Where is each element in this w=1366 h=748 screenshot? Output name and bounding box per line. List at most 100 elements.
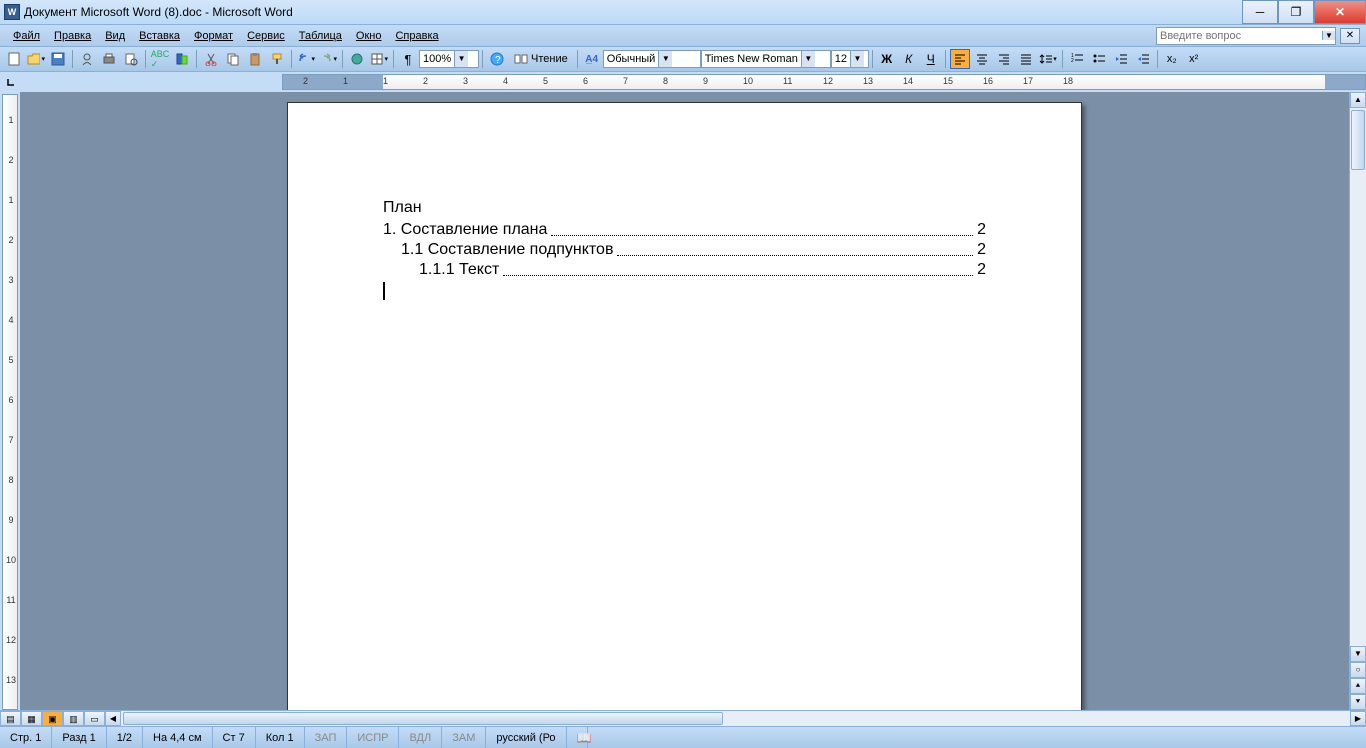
tables-borders-button[interactable]: ▾	[369, 49, 389, 69]
menu-table[interactable]: Таблица	[292, 28, 349, 44]
menu-file[interactable]: Файл	[6, 28, 47, 44]
show-paragraph-button[interactable]: ¶	[398, 49, 418, 69]
font-value: Times New Roman	[702, 53, 801, 65]
hyperlink-button[interactable]	[347, 49, 367, 69]
decrease-indent-button[interactable]	[1111, 49, 1131, 69]
prev-page-button[interactable]: ⯅	[1350, 678, 1366, 694]
open-button[interactable]: ▾	[26, 49, 46, 69]
redo-button[interactable]: ▾	[318, 49, 338, 69]
save-button[interactable]	[48, 49, 68, 69]
help-button[interactable]: ?	[487, 49, 507, 69]
hscroll-thumb[interactable]	[123, 712, 723, 725]
reading-view-button[interactable]: ▭	[84, 711, 105, 726]
scroll-down-button[interactable]: ▼	[1350, 646, 1366, 662]
bold-button[interactable]: Ж	[877, 49, 897, 69]
menu-bar: Файл Правка Вид Вставка Формат Сервис Та…	[0, 25, 1366, 47]
plan-title: План	[383, 198, 986, 218]
close-button[interactable]: ✕	[1314, 0, 1366, 24]
print-preview-button[interactable]	[121, 49, 141, 69]
toc-entry[interactable]: 1.1.1 Текст2	[383, 260, 986, 280]
window-title: Документ Microsoft Word (8).doc - Micros…	[24, 5, 1242, 19]
line-spacing-button[interactable]: ▾	[1038, 49, 1058, 69]
scroll-up-button[interactable]: ▲	[1350, 92, 1366, 108]
toc-leader	[617, 240, 973, 256]
title-bar: W Документ Microsoft Word (8).doc - Micr…	[0, 0, 1366, 25]
text-cursor	[383, 282, 385, 300]
toc-entry[interactable]: 1.1 Составление подпунктов2	[383, 240, 986, 260]
align-right-button[interactable]	[994, 49, 1014, 69]
styles-pane-button[interactable]: A̲4	[582, 49, 602, 69]
status-bar: Стр. 1 Разд 1 1/2 На 4,4 см Ст 7 Кол 1 З…	[0, 726, 1366, 748]
copy-button[interactable]	[223, 49, 243, 69]
page[interactable]: План 1. Составление плана 21.1 Составлени…	[287, 102, 1082, 710]
next-page-button[interactable]: ⯆	[1350, 694, 1366, 710]
help-search-input[interactable]	[1157, 30, 1322, 42]
reading-layout-button[interactable]: Чтение	[509, 49, 573, 69]
zoom-value: 100%	[420, 53, 454, 65]
toc-text: 1. Составление плана	[383, 220, 547, 240]
vertical-scrollbar[interactable]: ▲ ▼ ○ ⯅ ⯆	[1349, 92, 1366, 710]
align-center-button[interactable]	[972, 49, 992, 69]
paste-button[interactable]	[245, 49, 265, 69]
menu-view[interactable]: Вид	[98, 28, 132, 44]
align-justify-button[interactable]	[1016, 49, 1036, 69]
font-size-value: 12	[832, 53, 850, 65]
workspace: 1212345678910111213 План 1. Составление …	[0, 92, 1366, 710]
style-combo[interactable]: Обычный▼	[603, 50, 701, 68]
toc-text: 1.1.1 Текст	[419, 260, 499, 280]
bulleted-list-button[interactable]	[1089, 49, 1109, 69]
scroll-track[interactable]	[1350, 108, 1366, 646]
menu-edit[interactable]: Правка	[47, 28, 98, 44]
maximize-button[interactable]: ❐	[1278, 0, 1314, 24]
numbered-list-button[interactable]: 12	[1067, 49, 1087, 69]
align-left-button[interactable]	[950, 49, 970, 69]
standard-toolbar: ▾ ABC✓ ▾ ▾ ▾ ¶ 100%▼ ? Чтение A̲4 Обычны…	[0, 47, 1366, 72]
print-button[interactable]	[99, 49, 119, 69]
close-doc-button[interactable]: ✕	[1340, 28, 1360, 44]
word-icon: W	[4, 4, 20, 20]
underline-button[interactable]: Ч	[921, 49, 941, 69]
cut-button[interactable]	[201, 49, 221, 69]
menu-help[interactable]: Справка	[388, 28, 445, 44]
undo-button[interactable]: ▾	[296, 49, 316, 69]
minimize-button[interactable]: ─	[1242, 0, 1278, 24]
hscroll-right-button[interactable]: ▶	[1350, 711, 1366, 726]
increase-indent-button[interactable]	[1133, 49, 1153, 69]
format-painter-button[interactable]	[267, 49, 287, 69]
menu-window[interactable]: Окно	[349, 28, 389, 44]
tab-selector[interactable]	[0, 72, 22, 92]
normal-view-button[interactable]: ▤	[0, 711, 21, 726]
menu-insert[interactable]: Вставка	[132, 28, 187, 44]
superscript-button[interactable]: x²	[1184, 49, 1204, 69]
horizontal-ruler[interactable]: 21123456789101112131415161718	[282, 74, 1366, 90]
toc-page: 2	[977, 220, 986, 240]
italic-button[interactable]: К	[899, 49, 919, 69]
web-view-button[interactable]: ▦	[21, 711, 42, 726]
print-view-button[interactable]: ▣	[42, 711, 63, 726]
font-combo[interactable]: Times New Roman▼	[701, 50, 831, 68]
font-size-combo[interactable]: 12▼	[831, 50, 869, 68]
document-area[interactable]: План 1. Составление плана 21.1 Составлени…	[20, 92, 1349, 710]
scroll-thumb[interactable]	[1351, 110, 1365, 170]
new-doc-button[interactable]	[4, 49, 24, 69]
vertical-ruler[interactable]: 1212345678910111213	[2, 94, 18, 710]
hscroll-left-button[interactable]: ◀	[105, 711, 121, 726]
help-search[interactable]: ▼	[1156, 27, 1336, 45]
toc-leader	[551, 220, 973, 236]
outline-view-button[interactable]: ▥	[63, 711, 84, 726]
toc-entry[interactable]: 1. Составление плана 2	[383, 220, 986, 240]
browse-object-button[interactable]: ○	[1350, 662, 1366, 678]
menu-format[interactable]: Формат	[187, 28, 240, 44]
zoom-combo[interactable]: 100%▼	[419, 50, 479, 68]
subscript-button[interactable]: x₂	[1162, 49, 1182, 69]
vertical-ruler-container: 1212345678910111213	[0, 92, 20, 710]
permissions-button[interactable]	[77, 49, 97, 69]
reading-label: Чтение	[531, 53, 568, 65]
hscroll-track[interactable]	[121, 711, 1350, 726]
spellcheck-button[interactable]: ABC✓	[150, 49, 170, 69]
menu-tools[interactable]: Сервис	[240, 28, 292, 44]
research-button[interactable]	[172, 49, 192, 69]
svg-text:?: ?	[495, 55, 501, 66]
toc-page: 2	[977, 240, 986, 260]
help-search-dropdown[interactable]: ▼	[1322, 31, 1335, 40]
